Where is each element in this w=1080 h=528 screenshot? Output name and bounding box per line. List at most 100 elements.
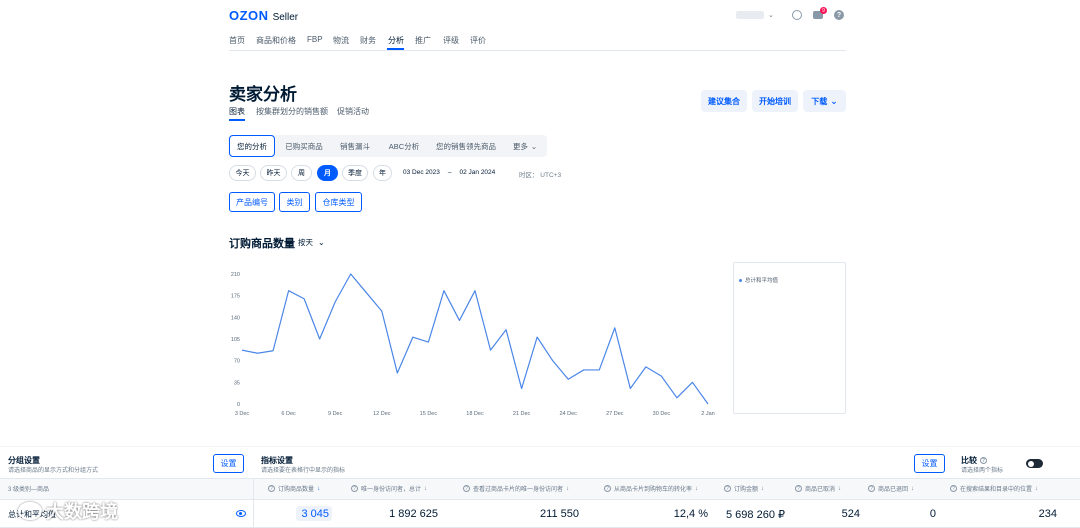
chart-svg: 0 35 70 105 140 175 210 3 Dec 6 Dec 9 Dec 12 Dec 15… bbox=[231, 272, 715, 417]
help-icon[interactable]: ? bbox=[268, 485, 275, 492]
nav-item-home[interactable]: 首页 bbox=[229, 35, 245, 46]
nav-item-fbp[interactable]: FBP bbox=[307, 35, 323, 44]
help-icon[interactable]: ? bbox=[980, 457, 987, 464]
data-point[interactable] bbox=[256, 352, 259, 355]
help-icon[interactable]: ? bbox=[351, 485, 358, 492]
data-point[interactable] bbox=[644, 365, 647, 368]
date-range-picker[interactable]: 03 Dec 2023 – 02 Jan 2024 bbox=[403, 169, 495, 176]
subtab-more[interactable]: 更多 ⌄ bbox=[506, 135, 544, 157]
tab-promotions[interactable]: 促销活动 bbox=[337, 106, 369, 117]
help-icon[interactable]: ? bbox=[868, 485, 875, 492]
data-point[interactable] bbox=[551, 359, 554, 362]
data-point[interactable] bbox=[691, 381, 694, 384]
series-line[interactable] bbox=[241, 273, 709, 405]
period-week[interactable]: 周 bbox=[291, 165, 312, 181]
table-first-col-header: 3 级类别—商品 bbox=[8, 487, 50, 493]
col-header-unique-visitors[interactable]: ? 唯一身份访问者，总计 ↓ bbox=[351, 484, 427, 493]
data-point[interactable] bbox=[349, 272, 352, 275]
col-header-ordered-qty[interactable]: ? 订购商品数量 ↓ bbox=[268, 484, 320, 493]
data-point[interactable] bbox=[629, 387, 632, 390]
col-header-card-visitors[interactable]: ? 查看过商品卡片的唯一身份访问者 ↓ bbox=[463, 484, 569, 493]
data-point[interactable] bbox=[613, 326, 616, 329]
data-point[interactable] bbox=[567, 378, 570, 381]
data-point[interactable] bbox=[520, 387, 523, 390]
col-header-returned[interactable]: ? 商品已退回 ↓ bbox=[868, 484, 914, 493]
nav-item-rating[interactable]: 评级 bbox=[443, 35, 459, 46]
legend-label: 总计和平均值 bbox=[745, 278, 779, 284]
col-header-cart-conversion[interactable]: ? 从商品卡片到购物车的转化率 ↓ bbox=[604, 484, 698, 493]
data-point[interactable] bbox=[318, 337, 321, 340]
nav-item-logistics[interactable]: 物流 bbox=[333, 35, 349, 46]
data-point[interactable] bbox=[706, 402, 709, 405]
subtab-your-analysis[interactable]: 您的分析 bbox=[229, 135, 275, 157]
data-point[interactable] bbox=[598, 368, 601, 371]
data-point[interactable] bbox=[240, 349, 243, 352]
sort-arrow-icon: ↓ bbox=[838, 485, 842, 492]
help-icon[interactable]: ? bbox=[795, 485, 802, 492]
data-point[interactable] bbox=[365, 291, 368, 294]
data-point[interactable] bbox=[536, 336, 539, 339]
suggest-button[interactable]: 建议集合 bbox=[701, 90, 747, 112]
start-training-button[interactable]: 开始培训 bbox=[752, 90, 798, 112]
data-point[interactable] bbox=[271, 349, 274, 352]
nav-item-reviews[interactable]: 评价 bbox=[470, 35, 486, 46]
col-header-order-amount[interactable]: ? 订购金额 ↓ bbox=[724, 484, 764, 493]
group-settings-button[interactable]: 设置 bbox=[213, 454, 244, 473]
tab-cluster-sales[interactable]: 按集群划分的销售额 bbox=[256, 106, 328, 117]
data-point[interactable] bbox=[473, 289, 476, 292]
period-month[interactable]: 月 bbox=[317, 165, 338, 181]
help-icon[interactable]: ? bbox=[950, 485, 957, 492]
download-button[interactable]: 下载 ⌄ bbox=[803, 90, 846, 112]
filter-category[interactable]: 类别 bbox=[279, 192, 310, 212]
metrics-settings-button[interactable]: 设置 bbox=[914, 454, 945, 473]
logo[interactable]: OZON Seller bbox=[229, 8, 298, 23]
filter-warehouse-type[interactable]: 仓库类型 bbox=[315, 192, 362, 212]
col-label: 从商品卡片到购物车的转化率 bbox=[614, 487, 693, 493]
data-point[interactable] bbox=[660, 375, 663, 378]
tab-charts[interactable]: 图表 bbox=[229, 106, 245, 117]
compare-toggle[interactable] bbox=[1026, 459, 1043, 468]
account-switcher[interactable]: ⌄ bbox=[736, 9, 780, 21]
period-today[interactable]: 今天 bbox=[229, 165, 256, 181]
x-tick-label: 15 Dec bbox=[420, 411, 438, 417]
data-point[interactable] bbox=[287, 289, 290, 292]
data-point[interactable] bbox=[427, 340, 430, 343]
data-point[interactable] bbox=[442, 289, 445, 292]
cell-cancelled: 524 bbox=[841, 508, 860, 520]
legend-entry[interactable]: 总计和平均值 bbox=[739, 276, 778, 284]
data-point[interactable] bbox=[582, 368, 585, 371]
col-header-cancelled[interactable]: ? 商品已取消 ↓ bbox=[795, 484, 841, 493]
date-to: 02 Jan 2024 bbox=[459, 169, 496, 176]
help-icon[interactable]: ? bbox=[724, 485, 731, 492]
nav-item-finance[interactable]: 财务 bbox=[360, 35, 376, 46]
data-point[interactable] bbox=[396, 371, 399, 374]
data-point[interactable] bbox=[489, 349, 492, 352]
data-point[interactable] bbox=[380, 310, 383, 313]
eye-icon[interactable] bbox=[236, 510, 246, 517]
subtab-top-sellers[interactable]: 您的销售领先商品 bbox=[430, 135, 502, 157]
nav-item-analytics[interactable]: 分析 bbox=[388, 35, 404, 46]
cell-card-visitors: 211 550 bbox=[540, 508, 579, 520]
subtab-purchased[interactable]: 已购买商品 bbox=[279, 135, 329, 157]
filter-product-id[interactable]: 产品编号 bbox=[229, 192, 275, 212]
y-tick-label: 35 bbox=[234, 380, 240, 386]
period-year[interactable]: 年 bbox=[373, 165, 392, 181]
data-point[interactable] bbox=[303, 297, 306, 300]
help-icon[interactable]: ? bbox=[463, 485, 470, 492]
data-point[interactable] bbox=[411, 336, 414, 339]
nav-item-products[interactable]: 商品和价格 bbox=[256, 35, 296, 46]
user-icon[interactable] bbox=[792, 10, 802, 20]
subtab-funnel[interactable]: 销售漏斗 bbox=[333, 135, 377, 157]
period-yesterday[interactable]: 昨天 bbox=[260, 165, 287, 181]
period-quarter[interactable]: 季度 bbox=[342, 165, 368, 181]
data-point[interactable] bbox=[334, 300, 337, 303]
col-header-search-position[interactable]: ? 在搜索结果和目录中的位置 ↓ bbox=[950, 484, 1038, 493]
help-icon[interactable]: ? bbox=[834, 10, 844, 20]
data-point[interactable] bbox=[458, 319, 461, 322]
subtab-abc[interactable]: ABC分析 bbox=[382, 135, 426, 157]
data-point[interactable] bbox=[504, 328, 507, 331]
nav-item-promotion[interactable]: 推广 bbox=[415, 35, 431, 46]
data-point[interactable] bbox=[675, 396, 678, 399]
help-icon[interactable]: ? bbox=[604, 485, 611, 492]
granularity-select[interactable]: 按天 ⌄ bbox=[298, 237, 325, 248]
